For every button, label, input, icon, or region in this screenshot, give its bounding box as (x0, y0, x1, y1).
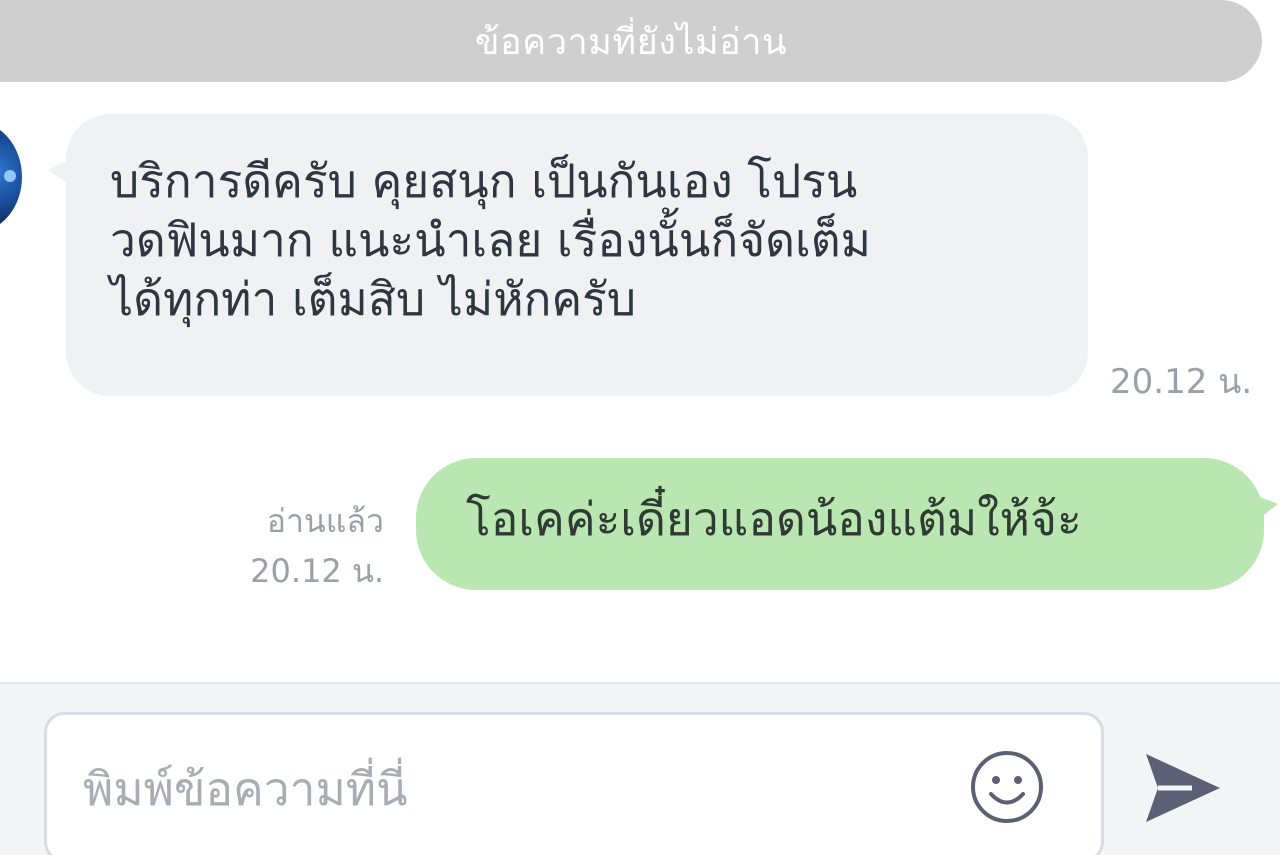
incoming-message-time: 20.12 น. (1110, 362, 1253, 402)
outgoing-message-meta: อ่านแล้ว 20.12 น. (250, 496, 384, 596)
outgoing-message-time: 20.12 น. (250, 552, 384, 590)
unread-divider: ข้อความที่ยังไม่อ่าน (0, 0, 1262, 82)
read-receipt: อ่านแล้ว (266, 502, 384, 540)
incoming-message-text: บริการดีครับ คุยสนุก เป็นกันเอง โปรน วดฟ… (110, 154, 871, 326)
message-input-box[interactable] (44, 712, 1104, 855)
chat-screen: ข้อความที่ยังไม่อ่าน บริการดีครับ คุยสนุ… (0, 0, 1280, 855)
incoming-message-bubble[interactable]: บริการดีครับ คุยสนุก เป็นกันเอง โปรน วดฟ… (48, 114, 1088, 396)
send-icon[interactable] (1140, 748, 1224, 828)
sender-avatar[interactable] (0, 122, 22, 232)
outgoing-message-bubble[interactable]: โอเคค่ะเดี๋ยวแอดน้องแต้มให้จ้ะ (416, 458, 1278, 590)
unread-divider-label: ข้อความที่ยังไม่อ่าน (474, 21, 788, 63)
outgoing-message-text: โอเคค่ะเดี๋ยวแอดน้องแต้มให้จ้ะ (466, 491, 1082, 546)
message-input[interactable] (81, 753, 945, 825)
message-composer (0, 682, 1280, 855)
smiley-icon[interactable] (969, 749, 1045, 825)
